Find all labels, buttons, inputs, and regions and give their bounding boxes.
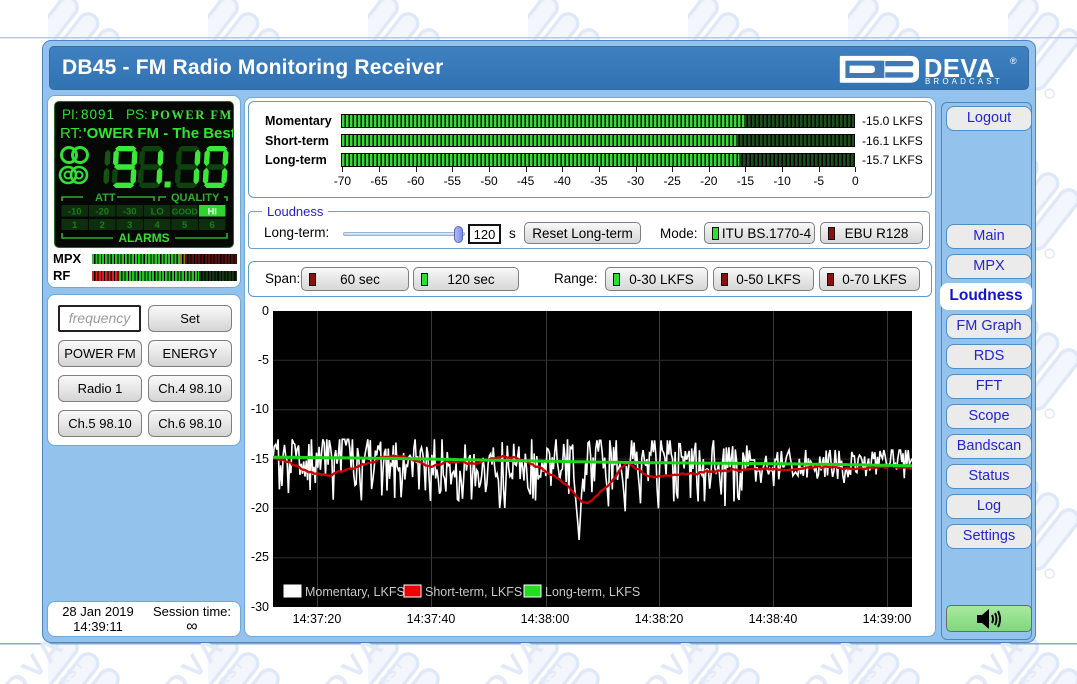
svg-text:GOOD: GOOD: [172, 207, 198, 217]
svg-text:PS:: PS:: [126, 107, 148, 122]
svg-text:'OWER FM - The Best: 'OWER FM - The Best: [83, 125, 233, 142]
svg-text:ALARMS: ALARMS: [118, 231, 169, 245]
svg-text:3: 3: [127, 220, 132, 231]
svg-text:-20: -20: [95, 207, 109, 218]
svg-text:QUALITY: QUALITY: [171, 192, 220, 204]
svg-text:HI: HI: [207, 207, 217, 218]
svg-text:RT:: RT:: [60, 125, 82, 142]
svg-text:LO: LO: [151, 207, 164, 218]
svg-text:®: ®: [1010, 56, 1017, 66]
svg-text:6: 6: [210, 220, 215, 231]
svg-text:Momentary, LKFS: Momentary, LKFS: [305, 585, 405, 599]
svg-text:PI:: PI:: [62, 107, 79, 122]
svg-text:2: 2: [100, 220, 105, 231]
svg-text:-10: -10: [68, 207, 82, 218]
svg-text:BROADCAST: BROADCAST: [925, 77, 1003, 85]
svg-text:POWER FM: POWER FM: [151, 108, 233, 122]
svg-text:1: 1: [72, 220, 78, 231]
svg-text:Long-term, LKFS: Long-term, LKFS: [545, 585, 640, 599]
svg-text:8091: 8091: [81, 107, 115, 122]
svg-text:5: 5: [182, 220, 188, 231]
svg-text:ATT: ATT: [95, 192, 116, 204]
svg-text:4: 4: [155, 220, 161, 231]
svg-text:-30: -30: [123, 207, 137, 218]
svg-text:Short-term, LKFS: Short-term, LKFS: [425, 585, 522, 599]
